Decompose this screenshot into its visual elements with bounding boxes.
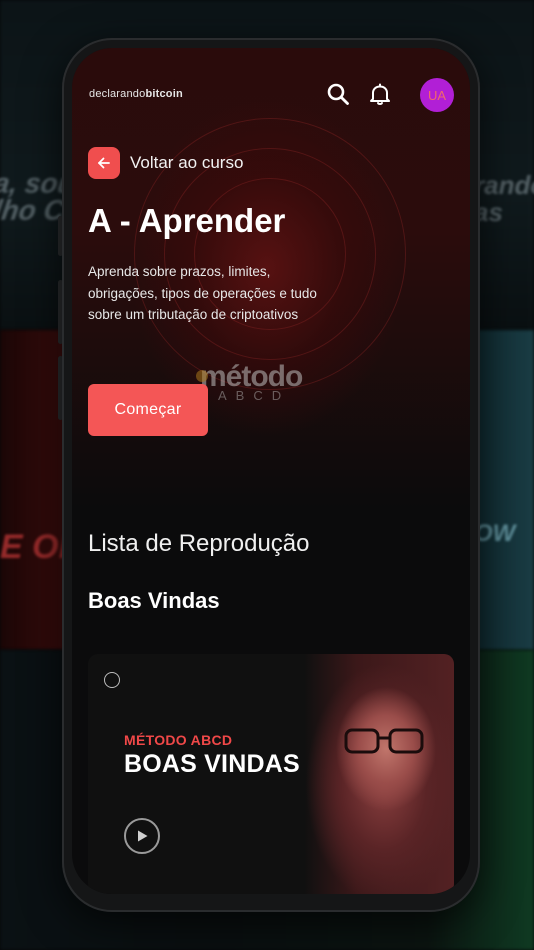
lesson-complete-checkbox[interactable] <box>104 672 120 688</box>
card-title: BOAS VINDAS <box>124 750 300 778</box>
search-icon[interactable] <box>326 82 350 106</box>
section-title: Boas Vindas <box>88 588 220 613</box>
glasses-decoration <box>344 728 424 754</box>
bitcoin-icon <box>196 370 208 382</box>
presenter-photo <box>304 654 454 894</box>
phone-screen: declarandobitcoin UA Voltar ao curso A -… <box>72 48 470 894</box>
play-icon[interactable] <box>124 818 160 854</box>
brand-logo[interactable]: declarandobitcoin <box>89 88 183 100</box>
module-description: Aprenda sobre prazos, limites, obrigaçõe… <box>88 264 317 322</box>
page-title: A - Aprender <box>88 202 286 239</box>
playlist-heading: Lista de Reprodução <box>88 530 310 557</box>
card-kicker: MÉTODO ABCD <box>124 732 233 748</box>
user-avatar[interactable]: UA <box>420 78 454 112</box>
brand-suffix: bitcoin <box>145 88 183 100</box>
lesson-card[interactable]: MÉTODO ABCD BOAS VINDAS <box>88 654 454 894</box>
bell-icon[interactable] <box>368 82 392 106</box>
brand-prefix: declarando <box>89 88 146 100</box>
back-to-course-button[interactable]: Voltar ao curso <box>88 147 243 179</box>
start-button[interactable]: Começar <box>88 384 208 436</box>
arrow-left-icon <box>88 147 120 179</box>
method-logo: método ABCD <box>196 360 303 403</box>
background-text: OW <box>474 520 516 547</box>
back-label: Voltar ao curso <box>130 153 244 172</box>
